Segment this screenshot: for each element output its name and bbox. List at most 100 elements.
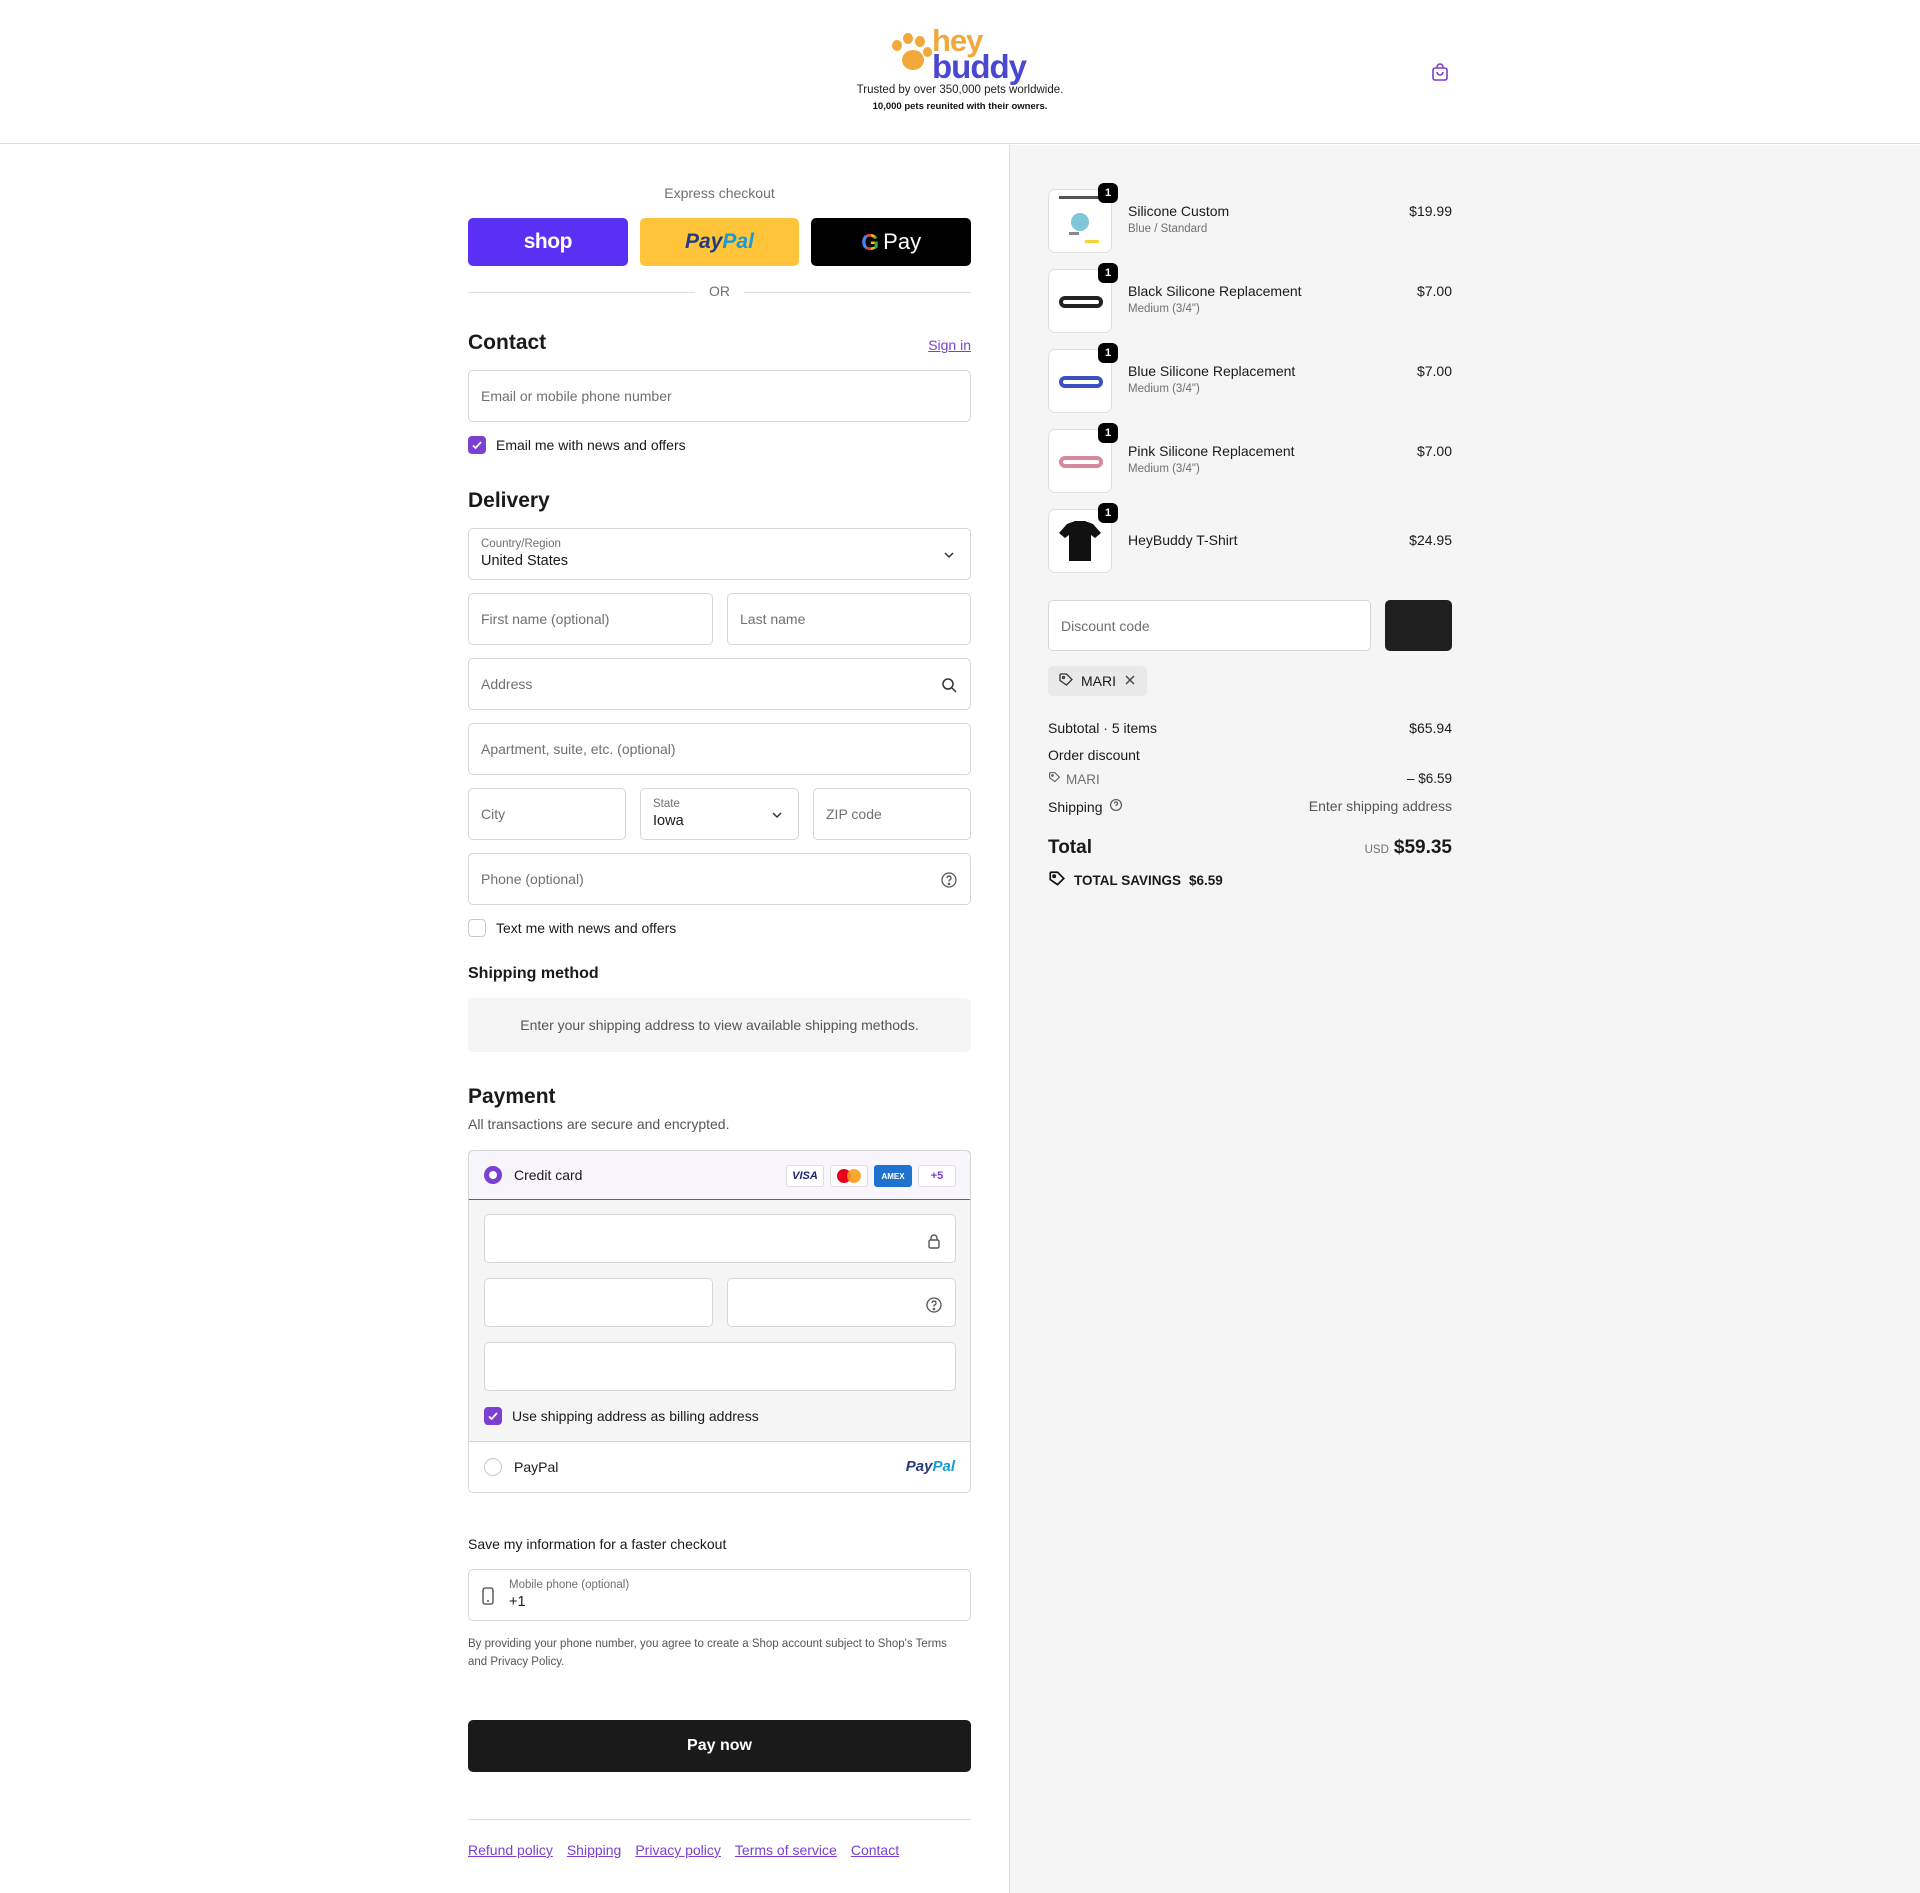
- subtotal-label: Subtotal · 5 items: [1048, 720, 1157, 736]
- subtagline: 10,000 pets reunited with their owners.: [872, 101, 1048, 112]
- state-select[interactable]: State Iowa: [640, 788, 799, 840]
- item-variant: Medium (3/4"): [1128, 383, 1200, 395]
- email-field[interactable]: Email or mobile phone number: [468, 370, 971, 422]
- sign-in-link[interactable]: Sign in: [928, 337, 971, 353]
- express-checkout-buttons: shop Pay Pal G Pay: [468, 218, 972, 266]
- or-divider: OR: [468, 283, 971, 301]
- text-news-checkbox-row[interactable]: Text me with news and offers: [468, 919, 676, 937]
- quantity-badge: 1: [1098, 343, 1118, 363]
- email-news-label: Email me with news and offers: [496, 437, 686, 453]
- last-name-field[interactable]: Last name: [727, 593, 971, 645]
- mastercard-icon: [830, 1165, 868, 1187]
- quantity-badge: 1: [1098, 183, 1118, 203]
- chevron-down-icon: [940, 546, 958, 564]
- text-news-checkbox[interactable]: [468, 919, 486, 937]
- credit-card-radio[interactable]: [484, 1166, 502, 1184]
- total-savings: TOTAL SAVINGS $6.59: [1048, 870, 1223, 891]
- refund-policy-link[interactable]: Refund policy: [468, 1842, 553, 1858]
- quantity-badge: 1: [1098, 423, 1118, 443]
- shipping-value: Enter shipping address: [1308, 798, 1452, 814]
- savings-label: TOTAL SAVINGS: [1074, 873, 1182, 888]
- discount-code-field[interactable]: Discount code: [1048, 600, 1371, 651]
- paypal-option[interactable]: PayPal PayPal: [469, 1442, 970, 1492]
- or-label: OR: [709, 283, 730, 299]
- tag-icon: [1048, 870, 1066, 891]
- discount-row: MARI – $6.59: [1048, 771, 1452, 787]
- country-value: United States: [481, 553, 569, 569]
- email-news-checkbox-row[interactable]: Email me with news and offers: [468, 436, 686, 454]
- applied-discount-tag: MARI: [1048, 666, 1147, 696]
- check-icon: [472, 441, 482, 450]
- shop-pay-button[interactable]: shop: [468, 218, 628, 266]
- text-news-label: Text me with news and offers: [496, 920, 677, 936]
- email-news-checkbox[interactable]: [468, 436, 486, 454]
- applied-discount-code: MARI: [1081, 673, 1116, 689]
- contact-heading: Contact: [468, 331, 547, 354]
- apply-discount-button[interactable]: [1385, 600, 1452, 651]
- apartment-field[interactable]: Apartment, suite, etc. (optional): [468, 723, 971, 775]
- footer-divider: [468, 1819, 971, 1820]
- pay-now-button[interactable]: Pay now: [468, 1720, 971, 1772]
- total-value: $59.35: [1393, 837, 1452, 858]
- logo-word-buddy: buddy: [932, 48, 1027, 85]
- country-select[interactable]: Country/Region United States: [468, 528, 971, 580]
- shipping-link[interactable]: Shipping: [567, 1842, 622, 1858]
- name-on-card-field[interactable]: [484, 1342, 956, 1391]
- city-field[interactable]: City: [468, 788, 626, 840]
- shop-legal-text: By providing your phone number, you agre…: [468, 1638, 947, 1668]
- terms-of-service-link[interactable]: Terms of service: [735, 1842, 837, 1858]
- item-name: HeyBuddy T-Shirt: [1128, 532, 1238, 548]
- paypal-label: PayPal: [514, 1459, 559, 1475]
- total-row: Total USD $59.35: [1048, 837, 1452, 859]
- last-name-placeholder: Last name: [740, 611, 806, 627]
- line-item: 1 Blue Silicone Replacement Medium (3/4"…: [1048, 343, 1452, 413]
- google-pay-button[interactable]: G Pay: [811, 218, 972, 266]
- billing-checkbox[interactable]: [484, 1407, 502, 1425]
- check-icon: [488, 1412, 498, 1421]
- item-price: $19.99: [1409, 203, 1452, 219]
- save-info-title: Save my information for a faster checkou…: [468, 1536, 727, 1552]
- discount-code-label: MARI: [1066, 771, 1100, 787]
- item-price: $7.00: [1416, 363, 1452, 379]
- phone-field[interactable]: Phone (optional): [468, 853, 971, 905]
- mobile-phone-value: +1: [509, 1594, 526, 1610]
- paypal-button[interactable]: Pay Pal: [639, 218, 800, 266]
- help-icon[interactable]: [940, 871, 958, 889]
- billing-checkbox-row[interactable]: Use shipping address as billing address: [484, 1407, 759, 1425]
- card-brands: VISA AMEX +5: [786, 1165, 956, 1187]
- privacy-link[interactable]: Privacy Policy: [490, 1656, 561, 1668]
- item-variant: Blue / Standard: [1128, 223, 1208, 235]
- line-item: 1 Silicone Custom Blue / Standard $19.99: [1048, 183, 1452, 253]
- search-icon[interactable]: [940, 676, 958, 694]
- help-icon[interactable]: [1109, 798, 1123, 815]
- line-item: 1 HeyBuddy T-Shirt $24.95: [1048, 503, 1452, 573]
- more-cards-badge[interactable]: +5: [918, 1165, 956, 1187]
- paw-logo-icon: [888, 32, 934, 76]
- help-icon[interactable]: [925, 1296, 943, 1314]
- mobile-phone-field[interactable]: Mobile phone (optional) +1: [468, 1569, 971, 1621]
- expiration-field[interactable]: [484, 1278, 713, 1327]
- payment-heading: Payment: [468, 1085, 556, 1108]
- card-number-field[interactable]: [484, 1214, 956, 1263]
- address-field[interactable]: Address: [468, 658, 971, 710]
- contact-link[interactable]: Contact: [851, 1842, 899, 1858]
- credit-card-option[interactable]: Credit card VISA AMEX +5: [469, 1151, 970, 1200]
- quantity-badge: 1: [1098, 263, 1118, 283]
- terms-link[interactable]: Terms: [916, 1638, 947, 1650]
- address-placeholder: Address: [481, 676, 533, 692]
- zip-field[interactable]: ZIP code: [813, 788, 971, 840]
- remove-discount-icon[interactable]: [1123, 673, 1137, 690]
- privacy-policy-link[interactable]: Privacy policy: [635, 1842, 721, 1858]
- item-price: $7.00: [1416, 443, 1452, 459]
- credit-card-form: Use shipping address as billing address: [469, 1200, 970, 1442]
- city-placeholder: City: [481, 806, 506, 822]
- paypal-radio[interactable]: [484, 1458, 502, 1476]
- brand-logo[interactable]: hey buddy Trusted by over 350,000 pets w…: [850, 24, 1070, 119]
- bag-icon[interactable]: [1430, 62, 1450, 82]
- security-code-field[interactable]: [727, 1278, 956, 1327]
- visa-icon: VISA: [786, 1165, 824, 1187]
- footer-links: Refund policy Shipping Privacy policy Te…: [468, 1842, 899, 1858]
- first-name-field[interactable]: First name (optional): [468, 593, 713, 645]
- order-discount-label: Order discount: [1048, 747, 1140, 763]
- amex-icon: AMEX: [874, 1165, 912, 1187]
